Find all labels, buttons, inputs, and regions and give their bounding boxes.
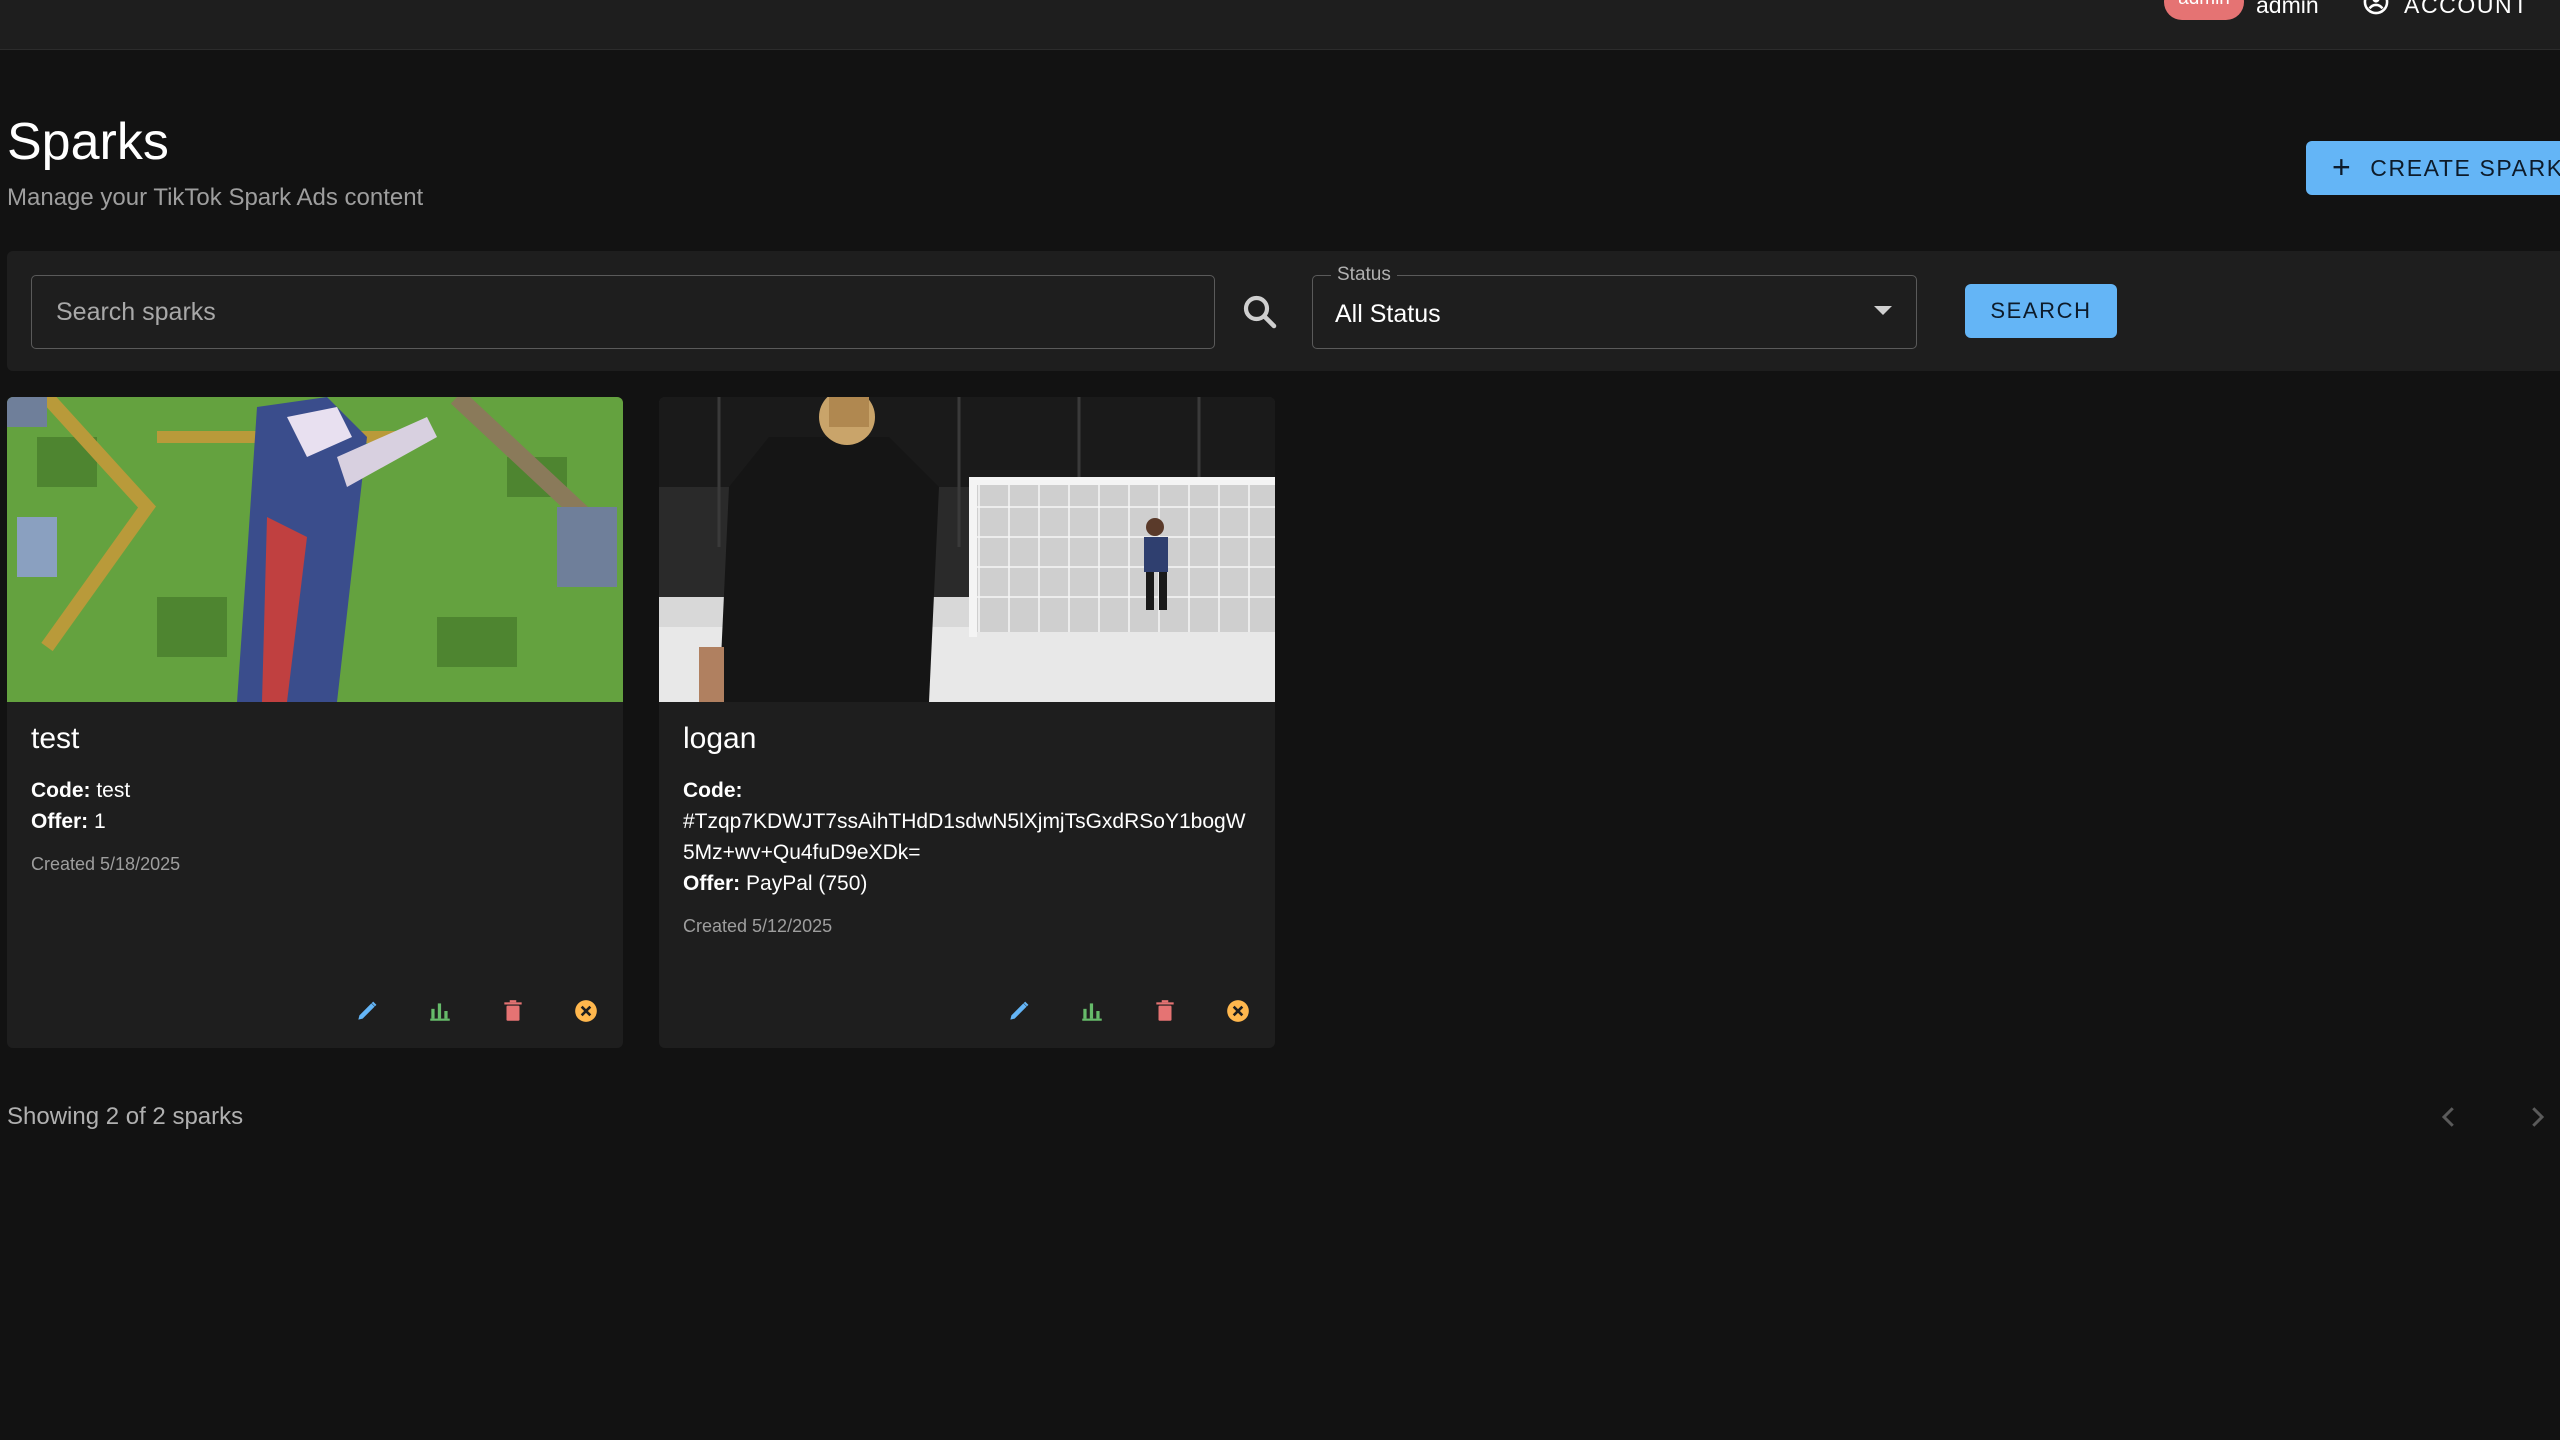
- card-actions: [1006, 998, 1251, 1024]
- card-title: logan: [683, 722, 757, 755]
- account-button[interactable]: ACCOUNT: [2362, 0, 2529, 20]
- trash-icon[interactable]: [500, 998, 526, 1024]
- create-spark-button[interactable]: + CREATE SPARK: [2306, 141, 2560, 195]
- card-code-row: Code: test: [31, 775, 601, 806]
- card-details: Code: test Offer: 1 Created 5/18/2025: [31, 775, 601, 880]
- trash-icon[interactable]: [1152, 998, 1178, 1024]
- username: admin: [2256, 0, 2319, 18]
- account-circle-icon: [2362, 0, 2390, 22]
- offer-label: Offer:: [683, 872, 741, 895]
- top-app-bar: admin admin ACCOUNT: [0, 0, 2560, 50]
- offer-value: PayPal (750): [746, 872, 868, 895]
- role-badge: admin: [2164, 0, 2244, 20]
- bar-chart-icon[interactable]: [427, 998, 453, 1024]
- created-date: Created 5/18/2025: [31, 854, 181, 874]
- code-label: Code:: [31, 779, 91, 802]
- search-icon[interactable]: [1239, 291, 1281, 333]
- card-details: Code: #Tzqp7KDWJT7ssAihTHdD1sdwN5lXjmjTsG…: [683, 775, 1253, 942]
- search-input[interactable]: [31, 275, 1215, 349]
- card-title: test: [31, 722, 80, 755]
- status-select[interactable]: Status All Status: [1312, 264, 1917, 349]
- soccer-goal-thumbnail: [659, 397, 1275, 702]
- created-date: Created 5/12/2025: [683, 916, 833, 936]
- bar-chart-icon[interactable]: [1079, 998, 1105, 1024]
- code-value: test: [96, 779, 131, 802]
- card-offer-row: Offer: PayPal (750): [683, 868, 1253, 899]
- code-label: Code:: [683, 779, 743, 802]
- card-offer-row: Offer: 1: [31, 806, 601, 837]
- offer-value: 1: [94, 810, 106, 833]
- chevron-left-icon[interactable]: [2434, 1102, 2464, 1132]
- plus-icon: +: [2332, 148, 2353, 185]
- offer-label: Offer:: [31, 810, 89, 833]
- page-title: Sparks: [7, 113, 169, 171]
- cancel-circle-icon[interactable]: [573, 998, 599, 1024]
- page-subtitle: Manage your TikTok Spark Ads content: [7, 184, 424, 211]
- cancel-circle-icon[interactable]: [1225, 998, 1251, 1024]
- pencil-icon[interactable]: [354, 998, 380, 1024]
- chevron-right-icon[interactable]: [2522, 1102, 2552, 1132]
- status-value: All Status: [1335, 300, 1441, 328]
- status-label: Status: [1331, 264, 1397, 286]
- search-button[interactable]: SEARCH: [1965, 284, 2117, 338]
- results-count: Showing 2 of 2 sparks: [7, 1103, 244, 1130]
- chevron-down-icon: [1874, 306, 1892, 315]
- game-scene-thumbnail: [7, 397, 623, 702]
- create-spark-label: CREATE SPARK: [2370, 154, 2560, 181]
- account-label: ACCOUNT: [2404, 0, 2529, 18]
- pencil-icon[interactable]: [1006, 998, 1032, 1024]
- card-code-row: Code: #Tzqp7KDWJT7ssAihTHdD1sdwN5lXjmjTsG…: [683, 775, 1253, 868]
- spark-card: test Code: test Offer: 1 Created 5/18/20…: [7, 397, 623, 1048]
- spark-card: logan Code: #Tzqp7KDWJT7ssAihTHdD1sdwN5lX…: [659, 397, 1275, 1048]
- filter-bar: Status All Status SEARCH: [7, 251, 2560, 371]
- code-value: #Tzqp7KDWJT7ssAihTHdD1sdwN5lXjmjTsGxdRSo…: [683, 810, 1246, 864]
- card-actions: [354, 998, 599, 1024]
